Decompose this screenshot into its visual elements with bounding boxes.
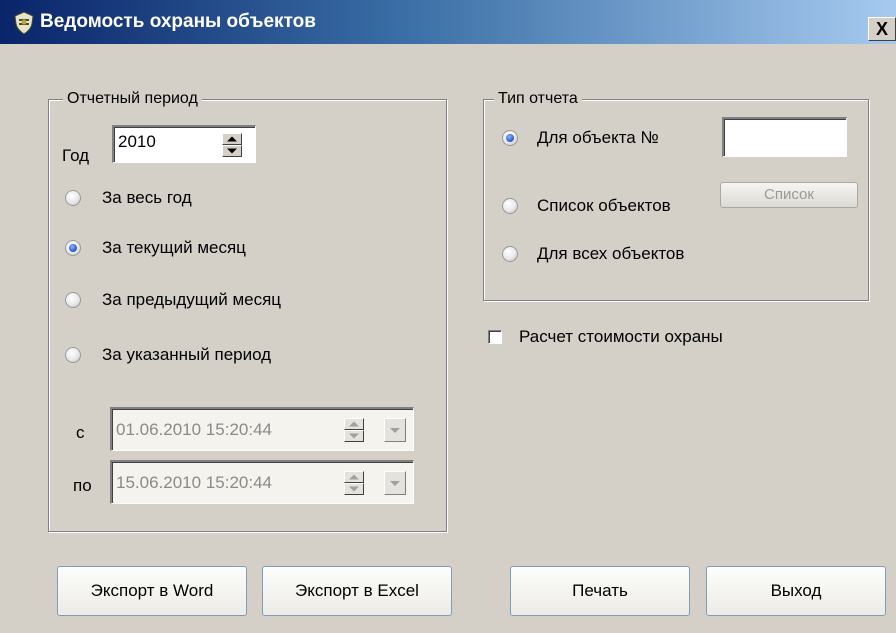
to-label: по: [73, 476, 92, 495]
year-input[interactable]: 2010: [112, 125, 256, 163]
arrow-down-icon: [349, 486, 359, 492]
export-excel-button[interactable]: Экспорт в Excel: [262, 566, 452, 616]
from-dropdown-button[interactable]: [384, 418, 406, 442]
to-stepper[interactable]: [344, 471, 364, 495]
cost-checkbox[interactable]: [488, 330, 502, 344]
radio-whole-year[interactable]: [65, 190, 81, 206]
close-button[interactable]: X: [868, 17, 896, 41]
year-label: Год: [62, 146, 90, 165]
from-datetime-value: 01.06.2010 15:20:44: [116, 420, 272, 439]
arrow-up-icon: [227, 136, 237, 142]
from-down-button[interactable]: [344, 430, 364, 442]
radio-object-list-label[interactable]: Список объектов: [537, 195, 671, 217]
year-up-button[interactable]: [222, 133, 242, 145]
arrow-up-icon: [349, 474, 359, 480]
from-stepper[interactable]: [344, 418, 364, 442]
to-datetime-input[interactable]: 15.06.2010 15:20:44: [110, 460, 414, 504]
window-title: Ведомость охраны объектов: [40, 11, 316, 32]
radio-all-objects-label[interactable]: Для всех объектов: [537, 243, 684, 265]
radio-current-month[interactable]: [65, 240, 81, 256]
to-dropdown-button[interactable]: [384, 471, 406, 495]
to-datetime-value: 15.06.2010 15:20:44: [116, 473, 272, 492]
cost-checkbox-label[interactable]: Расчет стоимости охраны: [519, 326, 723, 348]
arrow-up-icon: [349, 421, 359, 427]
object-number-input[interactable]: [722, 117, 847, 157]
radio-single-object-label[interactable]: Для объекта №: [537, 127, 659, 149]
year-down-button[interactable]: [222, 145, 242, 157]
radio-all-objects[interactable]: [502, 246, 518, 262]
from-label: с: [76, 423, 85, 442]
to-down-button[interactable]: [344, 483, 364, 495]
list-button[interactable]: Список: [720, 182, 858, 208]
year-value: 2010: [118, 132, 156, 151]
from-datetime-input[interactable]: 01.06.2010 15:20:44: [110, 407, 414, 451]
radio-previous-month-label[interactable]: За предыдущий месяц: [102, 289, 281, 311]
print-button[interactable]: Печать: [510, 566, 690, 616]
radio-custom-period[interactable]: [65, 347, 81, 363]
radio-selected-dot: [506, 134, 514, 142]
report-type-group-legend: Тип отчета: [494, 89, 582, 109]
chevron-down-icon: [390, 428, 400, 433]
radio-single-object[interactable]: [502, 130, 518, 146]
arrow-down-icon: [227, 148, 237, 154]
radio-custom-period-label[interactable]: За указанный период: [102, 344, 271, 366]
radio-current-month-label[interactable]: За текущий месяц: [102, 237, 246, 259]
period-group-legend: Отчетный период: [63, 89, 202, 109]
radio-selected-dot: [69, 244, 77, 252]
exit-button[interactable]: Выход: [706, 566, 886, 616]
export-word-button[interactable]: Экспорт в Word: [57, 566, 247, 616]
shield-app-icon: [14, 11, 34, 35]
radio-previous-month[interactable]: [65, 292, 81, 308]
year-stepper[interactable]: [222, 133, 242, 157]
arrow-down-icon: [349, 433, 359, 439]
title-bar[interactable]: Ведомость охраны объектов X: [0, 0, 896, 44]
from-up-button[interactable]: [344, 418, 364, 430]
chevron-down-icon: [390, 481, 400, 486]
radio-whole-year-label[interactable]: За весь год: [102, 187, 192, 209]
radio-object-list[interactable]: [502, 198, 518, 214]
to-up-button[interactable]: [344, 471, 364, 483]
